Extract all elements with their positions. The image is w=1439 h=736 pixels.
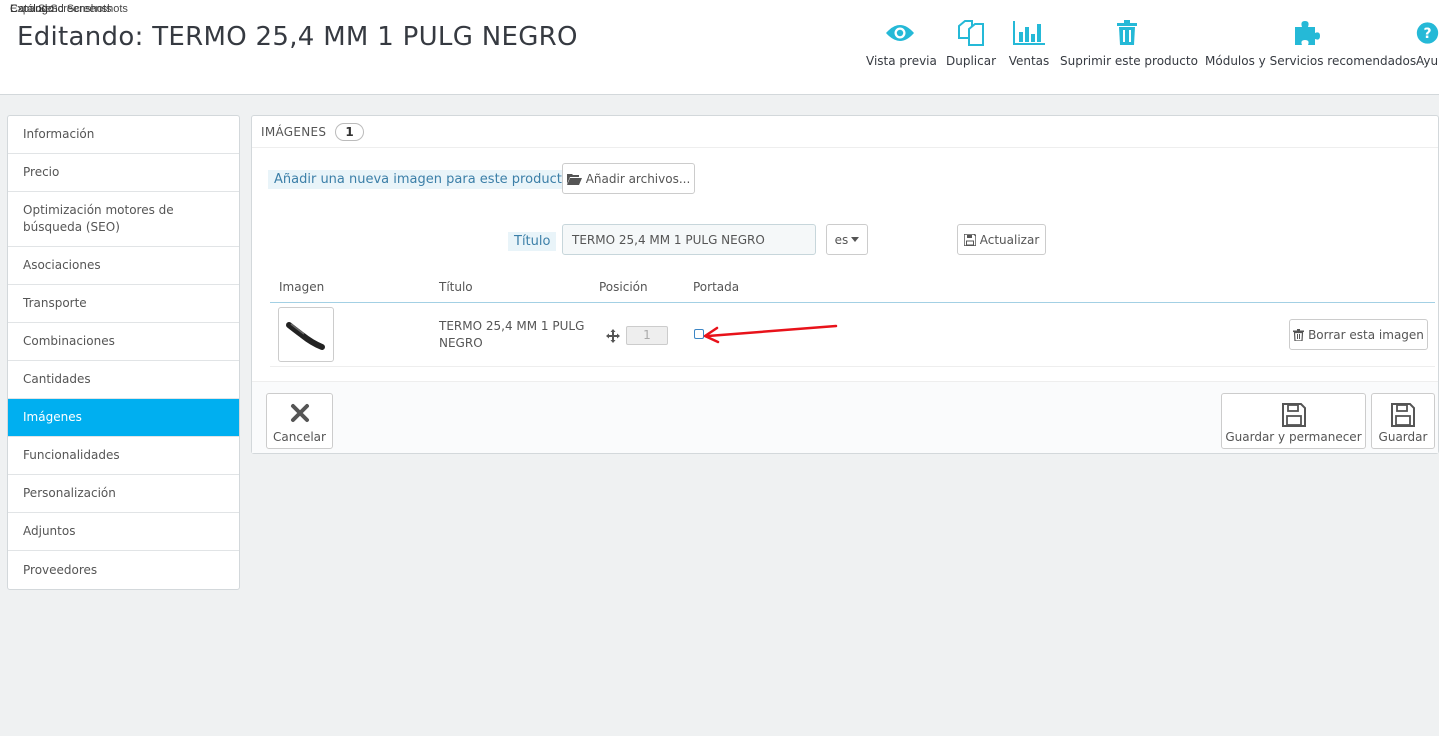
table-row-divider [270, 366, 1435, 367]
save-icon [1372, 403, 1434, 427]
eye-icon [866, 16, 934, 50]
sidebar-item-cantidades[interactable]: Cantidades [8, 361, 239, 399]
add-files-label: Añadir archivos... [585, 171, 691, 186]
language-value: es [834, 232, 849, 247]
save-icon [963, 233, 976, 246]
image-count-badge: 1 [335, 122, 364, 141]
sidebar-item-imagenes[interactable]: Imágenes [8, 399, 239, 437]
cancel-label: Cancelar [273, 430, 326, 444]
panel-heading: IMÁGENES 1 [252, 116, 1438, 148]
svg-text:?: ? [1423, 26, 1431, 42]
preview-button[interactable]: Vista previa [866, 16, 937, 76]
overlay-text: Send Screenshots [38, 3, 128, 15]
sidebar-item-seo[interactable]: Optimización motores de búsqueda (SEO) [8, 192, 239, 247]
table-header-divider [270, 302, 1435, 303]
panel-footer: Cancelar Guardar y permanecer Guardar [252, 381, 1438, 453]
save-button[interactable]: Guardar [1371, 393, 1435, 449]
sidebar-item-proveedores[interactable]: Proveedores [8, 551, 239, 589]
sidebar-item-adjuntos[interactable]: Adjuntos [8, 513, 239, 551]
column-header-image: Imagen [279, 280, 325, 294]
sidebar-item-combinaciones[interactable]: Combinaciones [8, 323, 239, 361]
sales-button[interactable]: Ventas [1006, 16, 1052, 76]
sidebar-item-asociaciones[interactable]: Asociaciones [8, 247, 239, 285]
sales-label: Ventas [1008, 54, 1050, 68]
duplicate-button[interactable]: Duplicar [944, 16, 998, 76]
title-label: Título [508, 232, 557, 251]
delete-product-button[interactable]: Suprimir este producto [1060, 16, 1198, 76]
duplicate-label: Duplicar [945, 54, 996, 68]
save-icon [1222, 403, 1365, 427]
column-header-cover: Portada [693, 280, 740, 294]
sidebar-item-personalizacion[interactable]: Personalización [8, 475, 239, 513]
move-arrows-icon[interactable] [606, 328, 620, 347]
image-title-cell: TERMO 25,4 MM 1 PULG NEGRO [439, 319, 585, 350]
delete-product-label: Suprimir este producto [1060, 54, 1198, 68]
position-field: 1 [626, 326, 668, 345]
modules-button[interactable]: Módulos y Servicios recomendados [1205, 16, 1417, 76]
cancel-button[interactable]: Cancelar [266, 393, 333, 449]
copy-icon [944, 16, 998, 50]
caret-down-icon [851, 237, 860, 242]
update-label: Actualizar [979, 232, 1040, 247]
sidebar-item-precio[interactable]: Precio [8, 154, 239, 192]
sidebar-item-funcionalidades[interactable]: Funcionalidades [8, 437, 239, 475]
add-image-label: Añadir una nueva imagen para este produc… [268, 170, 576, 189]
update-button[interactable]: Actualizar [957, 224, 1046, 255]
save-and-stay-label: Guardar y permanecer [1225, 430, 1362, 444]
help-label: Ayu [1416, 54, 1439, 68]
column-header-position: Posición [599, 280, 648, 294]
product-tabs-sidebar: Información Precio Optimización motores … [7, 115, 240, 590]
folder-open-icon [566, 173, 582, 185]
product-image-thumbnail[interactable] [278, 307, 334, 362]
trash-icon [1293, 328, 1305, 341]
annotation-arrow [703, 324, 838, 344]
delete-image-label: Borrar esta imagen [1308, 327, 1424, 342]
bar-chart-icon [1006, 16, 1052, 50]
sidebar-item-transporte[interactable]: Transporte [8, 285, 239, 323]
puzzle-icon [1205, 16, 1407, 50]
language-dropdown[interactable]: es [826, 224, 868, 255]
help-button[interactable]: ? Ayu [1416, 16, 1439, 76]
panel-heading-title: IMÁGENES [261, 124, 327, 139]
close-icon [267, 403, 332, 427]
delete-image-button[interactable]: Borrar esta imagen [1289, 319, 1428, 350]
column-header-title: Título [439, 280, 473, 294]
preview-label: Vista previa [866, 54, 937, 68]
add-files-button[interactable]: Añadir archivos... [562, 163, 695, 194]
image-title-input[interactable]: TERMO 25,4 MM 1 PULG NEGRO [562, 224, 816, 255]
page-header: Catálogo Expand Screenshots Send Screens… [0, 0, 1439, 95]
modules-label: Módulos y Servicios recomendados [1205, 54, 1417, 68]
images-panel: IMÁGENES 1 Añadir una nueva imagen para … [251, 115, 1439, 454]
sidebar-item-informacion[interactable]: Información [8, 116, 239, 154]
save-and-stay-button[interactable]: Guardar y permanecer [1221, 393, 1366, 449]
page-title: Editando: TERMO 25,4 MM 1 PULG NEGRO [17, 22, 578, 52]
save-label: Guardar [1378, 430, 1428, 444]
help-icon: ? [1416, 16, 1439, 50]
trash-icon [1060, 16, 1194, 50]
